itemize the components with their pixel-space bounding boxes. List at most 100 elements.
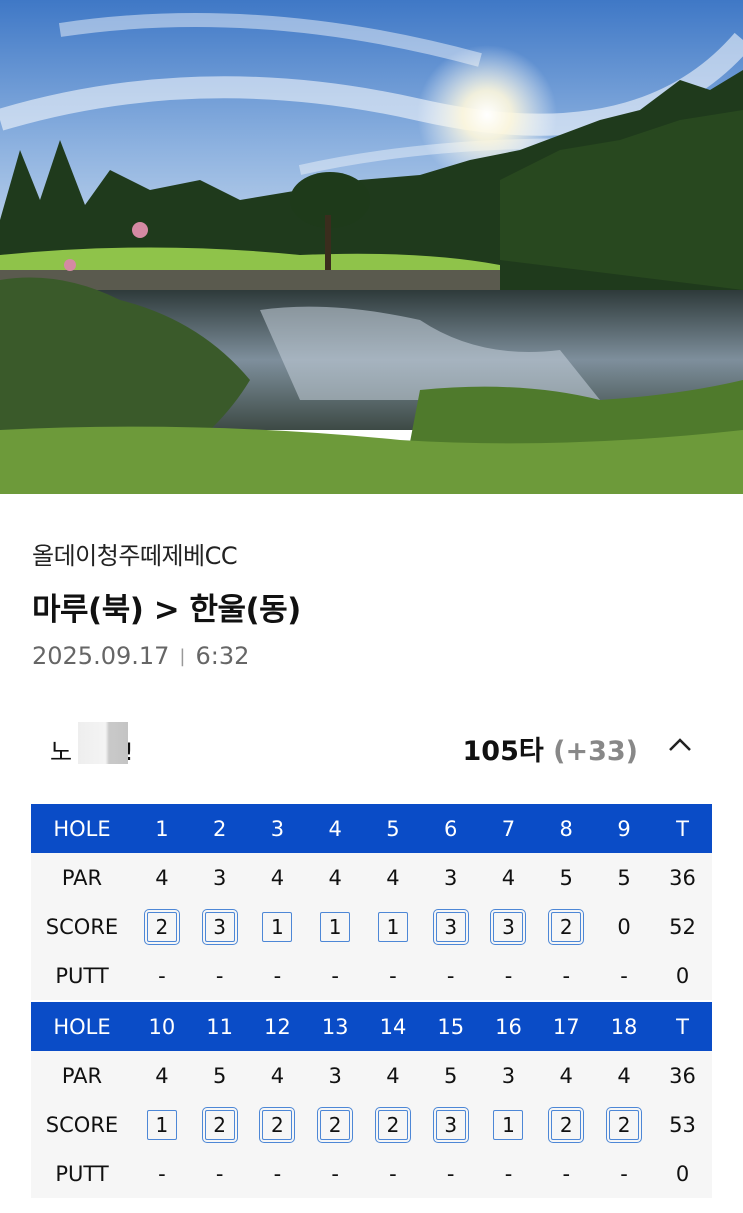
par-row: PAR 4 3 4 4 4 3 4 5 5 36 bbox=[31, 853, 712, 902]
score-box: 1 bbox=[493, 1109, 524, 1140]
putt-cell: - bbox=[421, 951, 480, 1000]
putt-cell: - bbox=[364, 951, 422, 1000]
par-cell: 4 bbox=[306, 853, 365, 902]
score-double-box: 2 bbox=[317, 1106, 354, 1143]
score-total: 53 bbox=[653, 1100, 712, 1149]
total-strokes: 105타 bbox=[462, 736, 544, 767]
hole-cell: 6 bbox=[421, 804, 480, 853]
hole-cell: 3 bbox=[248, 804, 307, 853]
putt-cell: - bbox=[248, 951, 307, 1000]
score-double-box: 2 bbox=[259, 1106, 296, 1143]
par-total: 36 bbox=[653, 1051, 712, 1100]
score-cell: 2 bbox=[595, 1100, 653, 1149]
par-cell: 3 bbox=[421, 853, 480, 902]
score-total: 52 bbox=[653, 902, 712, 951]
hole-total: T bbox=[653, 1002, 712, 1051]
hole-row: HOLE 10 11 12 13 14 15 16 17 18 T bbox=[31, 1002, 712, 1051]
par-label: PAR bbox=[31, 853, 133, 902]
scorecard-back-nine: HOLE 10 11 12 13 14 15 16 17 18 T PAR 4 5 4 3 4 5 3 4 4 36 SCO… bbox=[31, 1002, 712, 1198]
score-row: SCORE 2 3 1 1 1 3 3 2 0 52 bbox=[31, 902, 712, 951]
score-double-box: 2 bbox=[606, 1106, 643, 1143]
par-label: PAR bbox=[31, 1051, 133, 1100]
hole-label: HOLE bbox=[31, 804, 133, 853]
putt-cell: - bbox=[595, 951, 653, 1000]
par-cell: 4 bbox=[248, 853, 307, 902]
player-name-initial: 노 bbox=[50, 738, 73, 766]
hole-cell: 1 bbox=[133, 804, 191, 853]
score-double-box: 3 bbox=[201, 908, 238, 945]
separator: | bbox=[179, 646, 186, 667]
score-cell: 3 bbox=[479, 902, 538, 951]
putt-label: PUTT bbox=[31, 1149, 133, 1198]
par-cell: 4 bbox=[133, 1051, 191, 1100]
score-cell: 1 bbox=[479, 1100, 538, 1149]
putt-cell: - bbox=[190, 1149, 249, 1198]
score-cell: 1 bbox=[248, 902, 307, 951]
score-double-box: 3 bbox=[432, 908, 469, 945]
par-row: PAR 4 5 4 3 4 5 3 4 4 36 bbox=[31, 1051, 712, 1100]
score-cell: 1 bbox=[306, 902, 365, 951]
putt-cell: - bbox=[306, 1149, 365, 1198]
score-cell: 3 bbox=[421, 1100, 480, 1149]
par-cell: 4 bbox=[479, 853, 538, 902]
score-double-box: 2 bbox=[374, 1106, 411, 1143]
par-cell: 4 bbox=[133, 853, 191, 902]
par-total: 36 bbox=[653, 853, 712, 902]
over-par: (+33) bbox=[553, 736, 638, 767]
hole-cell: 5 bbox=[364, 804, 422, 853]
score-cell: 1 bbox=[364, 902, 422, 951]
score-cell: 0 bbox=[595, 902, 653, 951]
score-row: SCORE 1 2 2 2 2 3 1 2 2 53 bbox=[31, 1100, 712, 1149]
putt-total: 0 bbox=[653, 1149, 712, 1198]
score-cell: 2 bbox=[364, 1100, 422, 1149]
par-cell: 4 bbox=[248, 1051, 307, 1100]
score-box: 1 bbox=[320, 911, 351, 942]
par-cell: 3 bbox=[306, 1051, 365, 1100]
score-double-box: 3 bbox=[490, 908, 527, 945]
score-double-box: 2 bbox=[548, 1106, 585, 1143]
hole-cell: 10 bbox=[133, 1002, 191, 1051]
par-cell: 4 bbox=[537, 1051, 596, 1100]
chevron-up-icon[interactable] bbox=[666, 735, 694, 755]
score-box: 1 bbox=[377, 911, 408, 942]
putt-cell: - bbox=[248, 1149, 307, 1198]
hole-cell: 9 bbox=[595, 804, 653, 853]
putt-cell: - bbox=[133, 951, 191, 1000]
par-cell: 5 bbox=[421, 1051, 480, 1100]
putt-cell: - bbox=[537, 951, 596, 1000]
course-photo bbox=[0, 0, 743, 494]
hole-cell: 16 bbox=[479, 1002, 538, 1051]
score-cell: 3 bbox=[190, 902, 249, 951]
hole-label: HOLE bbox=[31, 1002, 133, 1051]
putt-label: PUTT bbox=[31, 951, 133, 1000]
par-cell: 5 bbox=[190, 1051, 249, 1100]
putt-cell: - bbox=[133, 1149, 191, 1198]
putt-cell: - bbox=[479, 951, 538, 1000]
score-label: SCORE bbox=[31, 1100, 133, 1149]
score-box: 1 bbox=[262, 911, 293, 942]
score-cell: 3 bbox=[421, 902, 480, 951]
par-cell: 4 bbox=[364, 853, 422, 902]
putt-cell: - bbox=[306, 951, 365, 1000]
putt-cell: - bbox=[364, 1149, 422, 1198]
par-cell: 5 bbox=[537, 853, 596, 902]
hole-cell: 4 bbox=[306, 804, 365, 853]
hole-cell: 18 bbox=[595, 1002, 653, 1051]
score-label: SCORE bbox=[31, 902, 133, 951]
score-double-box: 2 bbox=[548, 908, 585, 945]
hole-cell: 14 bbox=[364, 1002, 422, 1051]
putt-row: PUTT - - - - - - - - -0 bbox=[31, 951, 712, 1000]
hole-cell: 13 bbox=[306, 1002, 365, 1051]
score-cell: 2 bbox=[537, 1100, 596, 1149]
hole-cell: 7 bbox=[479, 804, 538, 853]
par-cell: 5 bbox=[595, 853, 653, 902]
putt-cell: - bbox=[190, 951, 249, 1000]
score-cell: 2 bbox=[133, 902, 191, 951]
score-cell: 1 bbox=[133, 1100, 191, 1149]
par-cell: 3 bbox=[479, 1051, 538, 1100]
hole-cell: 11 bbox=[190, 1002, 249, 1051]
course-route: 마루(북) > 한울(동) bbox=[32, 592, 301, 628]
score-cell: 2 bbox=[190, 1100, 249, 1149]
par-cell: 3 bbox=[190, 853, 249, 902]
hole-cell: 15 bbox=[421, 1002, 480, 1051]
